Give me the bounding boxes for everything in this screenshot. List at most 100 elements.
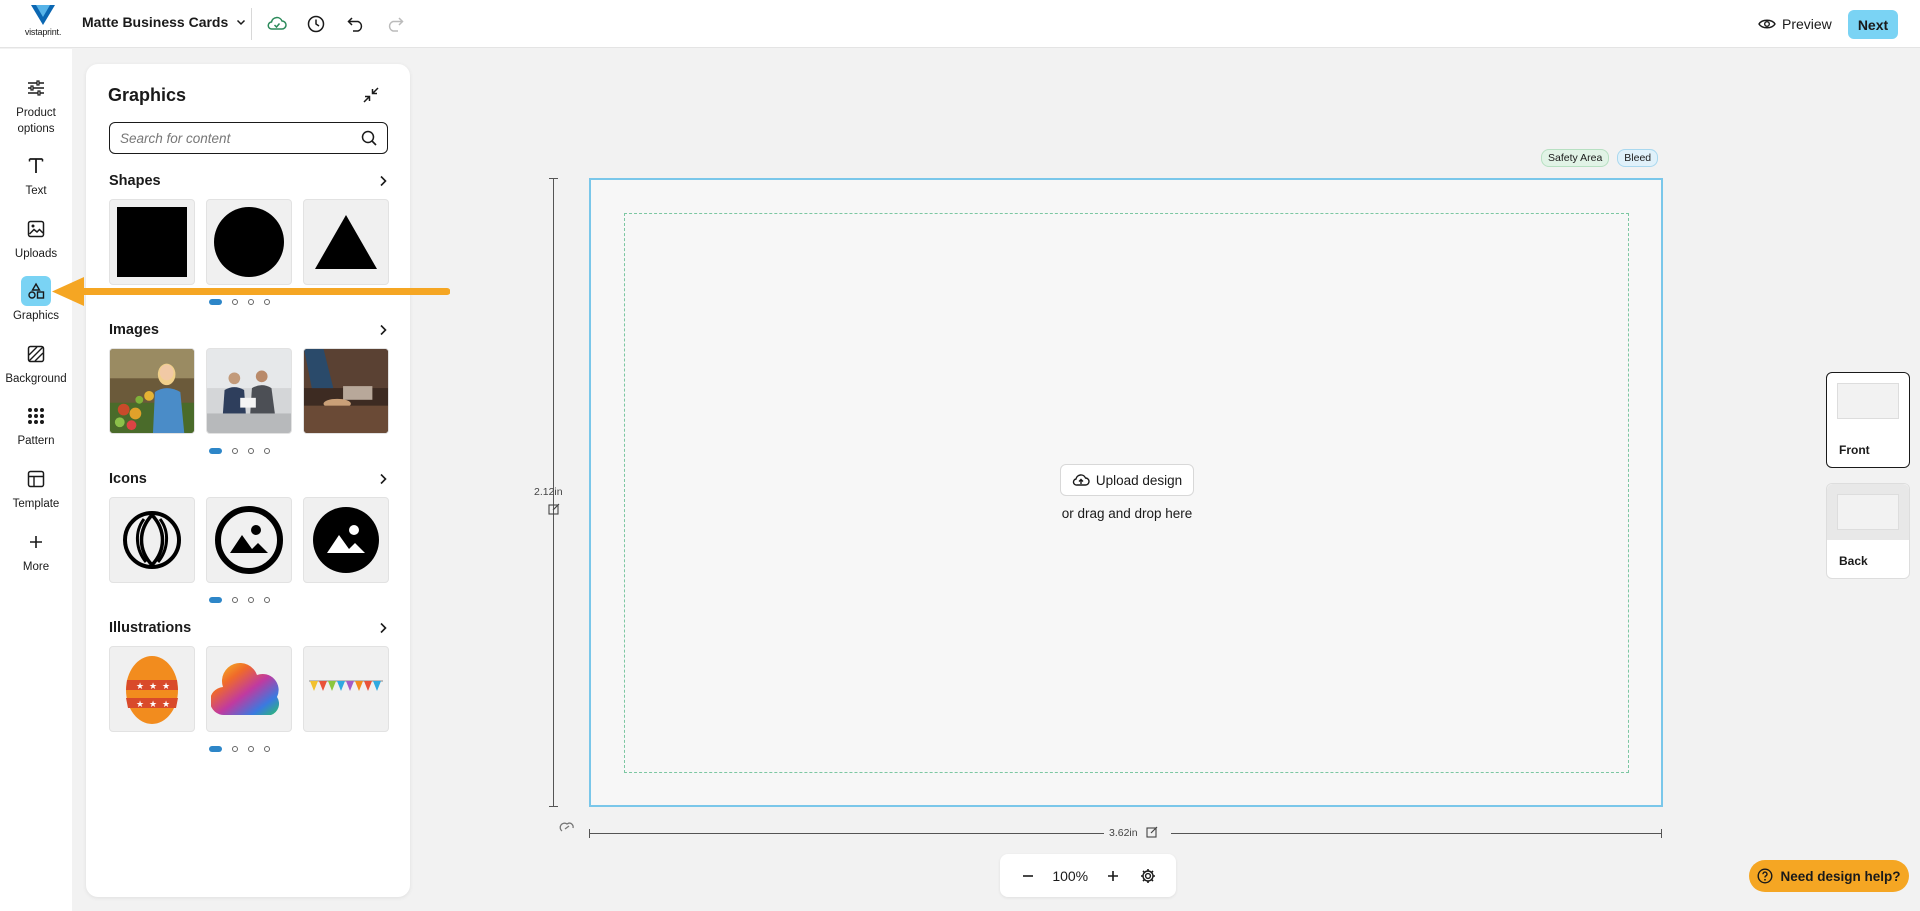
zoom-in-icon[interactable] [1102,865,1124,887]
ruler-tick [1661,829,1662,838]
rail-label: Template [12,498,60,510]
leaf-circle-icon[interactable] [109,497,195,583]
section-icons-header[interactable]: Icons [109,469,388,489]
collapse-panel-icon[interactable] [360,84,382,106]
graphics-panel: Graphics Shapes Images [86,64,410,897]
rail-item-background[interactable]: Background [0,339,72,387]
ruler-tick [549,806,558,807]
top-bar: vistaprint. Matte Business Cards Preview… [0,0,1920,48]
image-circle-outline-icon[interactable] [206,497,292,583]
pagination-dot[interactable] [232,597,238,603]
rail-label: Product options [16,107,56,135]
illustration-bunting-banner[interactable] [303,646,389,732]
image-business-meeting[interactable] [206,348,292,434]
need-design-help-button[interactable]: Need design help? [1749,860,1909,892]
shape-triangle[interactable] [303,199,389,285]
rail-item-uploads[interactable]: Uploads [0,214,72,262]
shape-square[interactable] [109,199,195,285]
width-ruler [1171,833,1662,834]
zoom-toolbar: 100% [1000,854,1176,897]
image-workbench[interactable] [303,348,389,434]
section-images-header[interactable]: Images [109,320,388,340]
toolbar-divider [251,8,252,40]
pagination-dot[interactable] [248,597,254,603]
svg-text:★: ★ [162,682,170,692]
edit-height-icon[interactable] [548,503,560,515]
left-rail: Product options Text Uploads Graphics Ba… [0,49,72,911]
svg-text:★: ★ [162,700,170,710]
rail-item-pattern[interactable]: Pattern [0,401,72,449]
back-side-thumbnail[interactable]: Back [1826,483,1910,579]
vistaprint-logo[interactable]: vistaprint. [18,4,68,44]
pagination-dot[interactable] [209,746,222,752]
cloud-upload-icon [1072,474,1090,486]
illustration-easter-egg[interactable]: ★ ★ ★ ★ ★ ★ [109,646,195,732]
safety-area-badge[interactable]: Safety Area [1541,149,1610,167]
pagination-dot[interactable] [209,448,222,454]
zoom-out-icon[interactable] [1017,865,1039,887]
plus-icon [21,527,51,557]
chevron-right-icon [380,175,387,187]
chevron-right-icon [380,622,387,634]
pagination-dot[interactable] [232,448,238,454]
rail-label: Uploads [14,248,58,260]
pagination-dot[interactable] [248,746,254,752]
shape-circle[interactable] [206,199,292,285]
pagination-dot[interactable] [264,746,270,752]
illustrations-pagination [209,745,270,753]
settings-gear-icon[interactable] [1137,865,1159,887]
template-icon [21,464,51,494]
pagination-dot[interactable] [248,448,254,454]
cloud-check-icon[interactable] [265,12,289,36]
image-grocery-shopper[interactable] [109,348,195,434]
section-title: Shapes [109,173,161,189]
section-shapes-header[interactable]: Shapes [109,171,388,191]
bleed-badge[interactable]: Bleed [1617,149,1659,167]
history-clock-icon[interactable] [304,12,328,36]
edit-width-icon[interactable] [1146,826,1158,838]
search-input[interactable] [120,130,361,146]
pagination-dot[interactable] [232,746,238,752]
preview-button[interactable]: Preview [1758,12,1832,36]
zoom-level[interactable]: 100% [1052,868,1088,884]
section-title: Illustrations [109,620,192,636]
text-icon [21,151,51,181]
image-circle-filled-icon[interactable] [303,497,389,583]
height-label: 2.12in [534,486,563,498]
background-icon [21,339,51,369]
width-ruler [589,833,1104,834]
design-canvas[interactable]: Upload design or drag and drop here [589,178,1663,807]
rail-item-template[interactable]: Template [0,464,72,512]
rail-label: More [22,561,50,573]
rail-item-more[interactable]: More [0,527,72,575]
logo-mark-icon [31,5,55,25]
pointer-arrow-annotation [52,277,450,306]
rail-label: Background [5,373,67,385]
pagination-dot[interactable] [209,597,222,603]
images-tiles [109,348,392,434]
front-side-thumbnail[interactable]: Front [1826,372,1910,468]
chevron-right-icon [380,473,387,485]
next-button[interactable]: Next [1848,10,1898,39]
ruler-tick [549,178,558,179]
product-title-dropdown[interactable]: Matte Business Cards [82,14,246,30]
search-field[interactable] [109,122,388,154]
rail-item-product-options[interactable]: Product options [0,73,72,137]
help-label: Need design help? [1780,868,1901,884]
pattern-icon [21,401,51,431]
search-icon[interactable] [361,130,377,146]
illustration-rainbow-cloud[interactable] [206,646,292,732]
lock-ratio-icon[interactable] [559,821,575,835]
undo-icon[interactable] [344,12,368,36]
logo-text: vistaprint. [24,27,62,37]
pagination-dot[interactable] [264,448,270,454]
pagination-dot[interactable] [264,597,270,603]
rail-item-text[interactable]: Text [0,151,72,199]
section-illustrations-header[interactable]: Illustrations [109,618,388,638]
svg-text:★: ★ [136,700,144,710]
section-title: Images [109,322,159,338]
guide-badges: Safety Area Bleed [1541,149,1659,167]
redo-icon[interactable] [383,12,407,36]
chevron-down-icon [237,19,246,26]
upload-design-button[interactable]: Upload design [1060,464,1194,496]
